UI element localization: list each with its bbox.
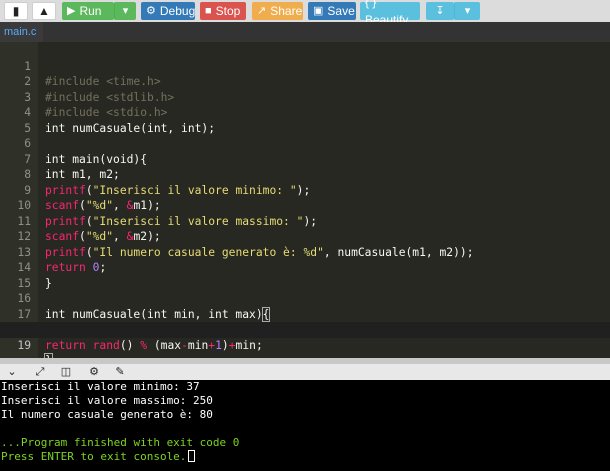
download-options-button[interactable]: ▾ (454, 2, 480, 20)
code-line: 8 printf("Inserisci il valore minimo: ")… (0, 152, 610, 197)
gear-icon[interactable]: ⚙ (87, 364, 101, 380)
download-button[interactable]: ↧ (426, 2, 454, 20)
bug-icon: ⚙ (146, 5, 156, 17)
line-number: 19 (17, 338, 31, 352)
press-enter-prompt: Press ENTER to exit console. (1, 450, 196, 464)
clear-icon[interactable]: ✎ (113, 364, 127, 380)
code-line-active: 19 } (0, 322, 610, 368)
share-label: Share (270, 4, 303, 18)
stop-label: Stop (215, 4, 241, 18)
upload-icon: ▲ (38, 4, 50, 18)
console-line: Inserisci il valore minimo: 37 (1, 380, 200, 393)
debug-button[interactable]: ⚙ Debug (141, 2, 195, 20)
save-button[interactable]: ▣ Save (308, 2, 356, 20)
console-cursor (188, 450, 196, 462)
debug-label: Debug (159, 4, 196, 18)
console-line: Inserisci il valore massimo: 250 (1, 394, 213, 407)
code-line: 17 srand(time(NULL)); (0, 291, 610, 337)
tab-bar: main.c (0, 22, 610, 42)
run-label: Run (79, 4, 102, 18)
exit-message: ...Program finished with exit code 0 (1, 436, 240, 449)
save-label: Save (327, 4, 355, 18)
play-icon: ▶ (67, 5, 76, 17)
beautify-button[interactable]: { } Beautify (360, 0, 420, 27)
code-editor[interactable]: 1 #include <time.h> 2 #include <stdlib.h… (0, 42, 610, 368)
caret-down-icon: ▾ (464, 5, 471, 17)
stop-button[interactable]: ■ Stop (200, 2, 246, 20)
stop-icon: ■ (205, 5, 212, 17)
code-line: 9 scanf("%d", &m1); (0, 167, 610, 213)
code-line: 13 return 0; (0, 229, 610, 275)
chevron-down-icon[interactable]: ⌄ (5, 364, 19, 380)
code-line: 12 printf("Il numero casuale generato è:… (0, 214, 610, 259)
terminal-icon[interactable]: ◫ (59, 364, 73, 380)
code-line: 5 (0, 105, 610, 135)
run-button[interactable]: ▶ Run (62, 2, 114, 20)
code-line: 14 } (0, 245, 610, 290)
code-line: 10 printf("Inserisci il valore massimo: … (0, 183, 610, 228)
code-line: 7 int m1, m2; (0, 136, 610, 182)
code-text: return rand() % (max-min+1)+min; (45, 338, 263, 352)
press-enter-text: Press ENTER to exit console. (1, 450, 187, 463)
code-line: 1 #include <time.h> (0, 43, 610, 89)
caret-down-icon: ▾ (122, 5, 129, 17)
share-icon: ↗ (257, 5, 267, 17)
console-output[interactable]: Inserisci il valore minimo: 37 Inserisci… (0, 380, 610, 471)
expand-icon[interactable]: ⤢ (33, 364, 47, 380)
share-button[interactable]: ↗ Share (252, 2, 303, 20)
code-line: 18 return rand() % (max-min+1)+min; (0, 307, 610, 352)
code-line: 6 int main(void){ (0, 121, 610, 166)
run-options-button[interactable]: ▾ (114, 2, 136, 20)
download-icon: ↧ (435, 5, 445, 17)
floppy-icon: ▣ (313, 5, 324, 17)
toolbar: ▮ ▲ ▶ Run ▾ ⚙ Debug ■ Stop ↗ Share ▣ Sav… (0, 0, 610, 27)
open-file-button[interactable]: ▲ (32, 2, 56, 20)
file-icon: ▮ (12, 4, 20, 18)
code-line: 4 int numCasuale(int, int); (0, 90, 610, 135)
tab-main-c[interactable]: main.c (0, 22, 43, 42)
code-line: 15 (0, 260, 610, 290)
code-line: 3 #include <stdio.h> (0, 74, 610, 120)
code-line: 2 #include <stdlib.h> (0, 59, 610, 104)
new-file-button[interactable]: ▮ (4, 2, 28, 20)
console-line: Il numero casuale generato è: 80 (1, 408, 213, 421)
code-line: 16 int numCasuale(int min, int max){ (0, 276, 610, 322)
code-line: 11 scanf("%d", &m2); (0, 198, 610, 244)
console-toolbar: ⌄ ⤢ ◫ ⚙ ✎ (0, 364, 610, 380)
